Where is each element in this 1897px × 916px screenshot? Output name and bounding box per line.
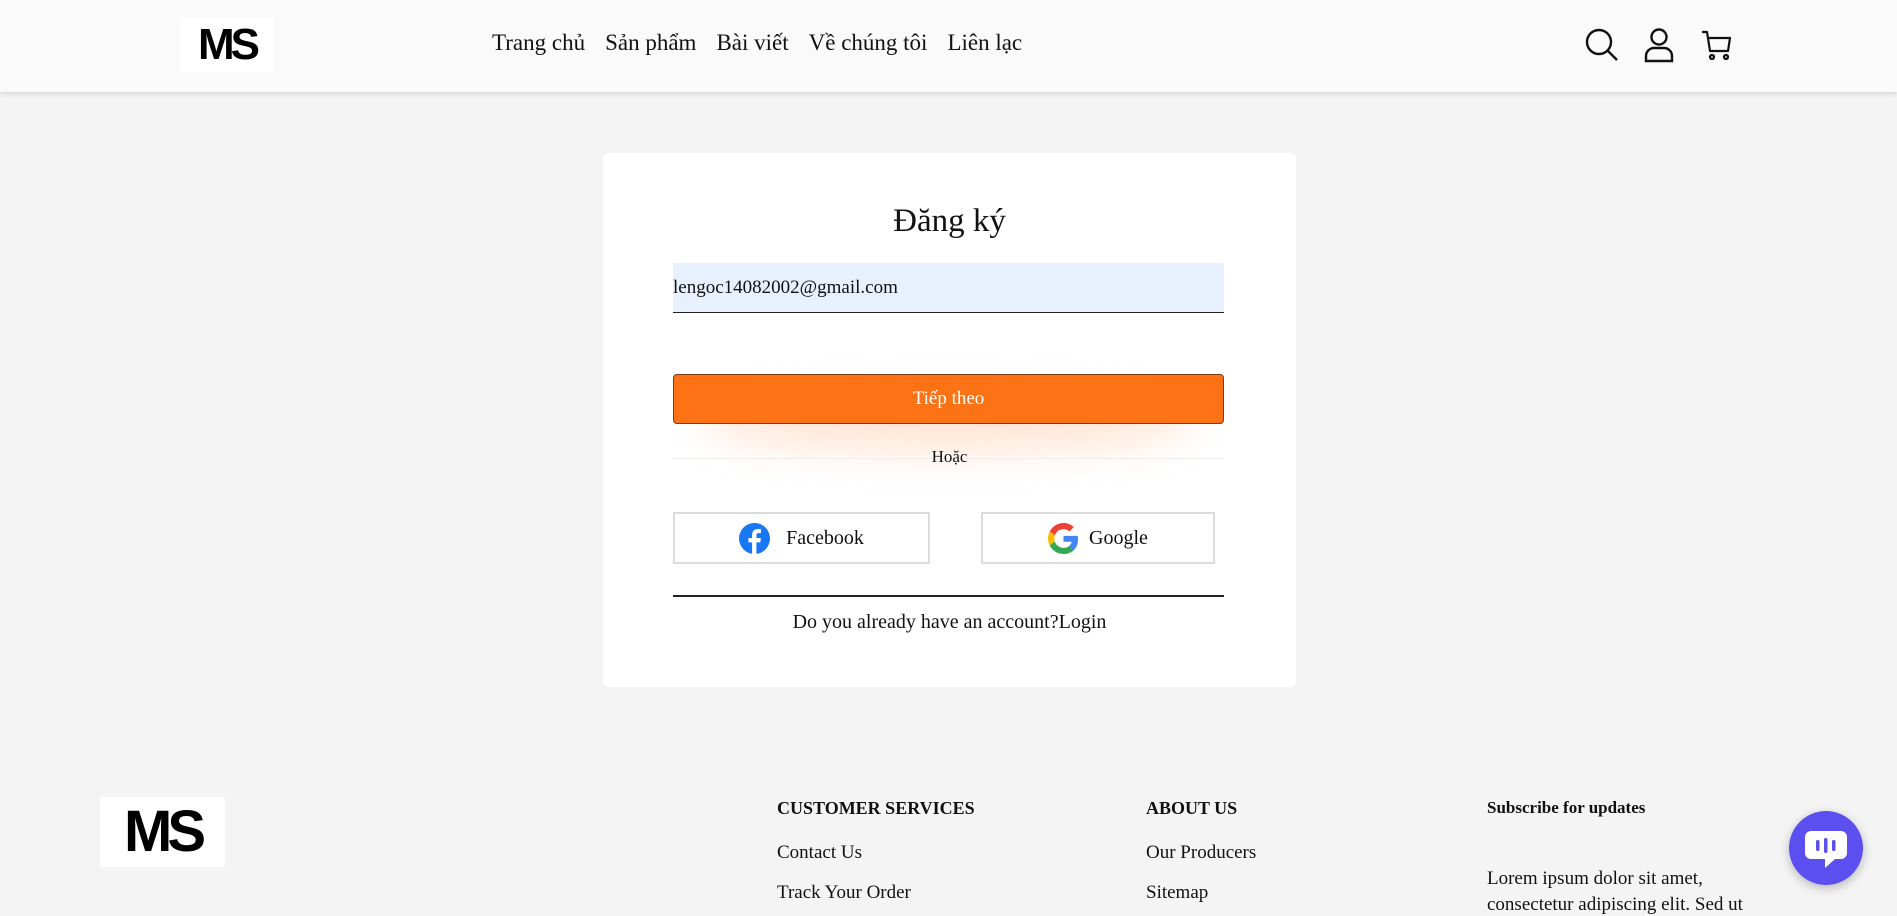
customer-services-heading: CUSTOMER SERVICES — [777, 798, 975, 818]
footer-subscribe: Subscribe for updates Lorem ipsum dolor … — [1487, 798, 1743, 915]
chat-icon — [1805, 831, 1847, 868]
google-button[interactable]: Google — [981, 512, 1215, 564]
google-label: Google — [1089, 526, 1148, 549]
nav-item-products[interactable]: Sản phẩm — [605, 30, 696, 56]
nav-item-home[interactable]: Trang chủ — [492, 30, 585, 56]
footer-logo-text: MS — [124, 799, 206, 864]
login-link[interactable]: Login — [1059, 611, 1107, 633]
user-icon[interactable] — [1641, 27, 1677, 63]
footer-customer-services: CUSTOMER SERVICES Contact Us Track Your … — [777, 798, 975, 903]
sitemap-link[interactable]: Sitemap — [1146, 882, 1208, 904]
nav-item-about[interactable]: Về chúng tôi — [809, 30, 928, 56]
section-divider — [673, 595, 1224, 597]
subscribe-text-continued: consectetur adipiscing elit. Sed ut — [1487, 894, 1743, 915]
have-account-text: Do you already have an account? — [792, 611, 1059, 633]
our-producers-link[interactable]: Our Producers — [1146, 842, 1256, 864]
login-prompt: Do you already have an account?Login — [603, 611, 1296, 634]
or-label: Hoặc — [931, 447, 968, 466]
about-us-heading: ABOUT US — [1146, 798, 1238, 818]
footer-logo[interactable]: MS — [100, 797, 225, 867]
next-button[interactable]: Tiếp theo — [673, 374, 1224, 424]
footer-about-us: ABOUT US Our Producers Sitemap — [1146, 798, 1256, 903]
logo-text: MS — [198, 20, 260, 69]
main-nav: Trang chủ Sản phẩm Bài viết Về chúng tôi… — [492, 30, 1022, 56]
subscribe-text: Lorem ipsum dolor sit amet, — [1487, 868, 1703, 889]
signup-card: Đăng ký Tiếp theo Hoặc Facebook Google D… — [603, 153, 1296, 687]
nav-item-articles[interactable]: Bài viết — [716, 30, 788, 56]
logo[interactable]: MS — [180, 18, 274, 72]
track-order-link[interactable]: Track Your Order — [777, 882, 911, 904]
search-icon[interactable] — [1584, 27, 1620, 63]
google-icon — [1048, 522, 1079, 554]
site-header: MS Trang chủ Sản phẩm Bài viết Về chúng … — [0, 0, 1897, 92]
email-field[interactable] — [673, 263, 1224, 313]
page-title: Đăng ký — [893, 203, 1006, 239]
contact-us-link[interactable]: Contact Us — [777, 842, 862, 864]
subscribe-heading: Subscribe for updates — [1487, 798, 1646, 817]
facebook-label: Facebook — [786, 526, 864, 549]
chat-widget-button[interactable] — [1789, 811, 1863, 885]
facebook-icon — [739, 522, 771, 554]
cart-icon[interactable] — [1699, 27, 1735, 63]
facebook-button[interactable]: Facebook — [673, 512, 930, 564]
nav-item-contact[interactable]: Liên lạc — [947, 30, 1022, 56]
